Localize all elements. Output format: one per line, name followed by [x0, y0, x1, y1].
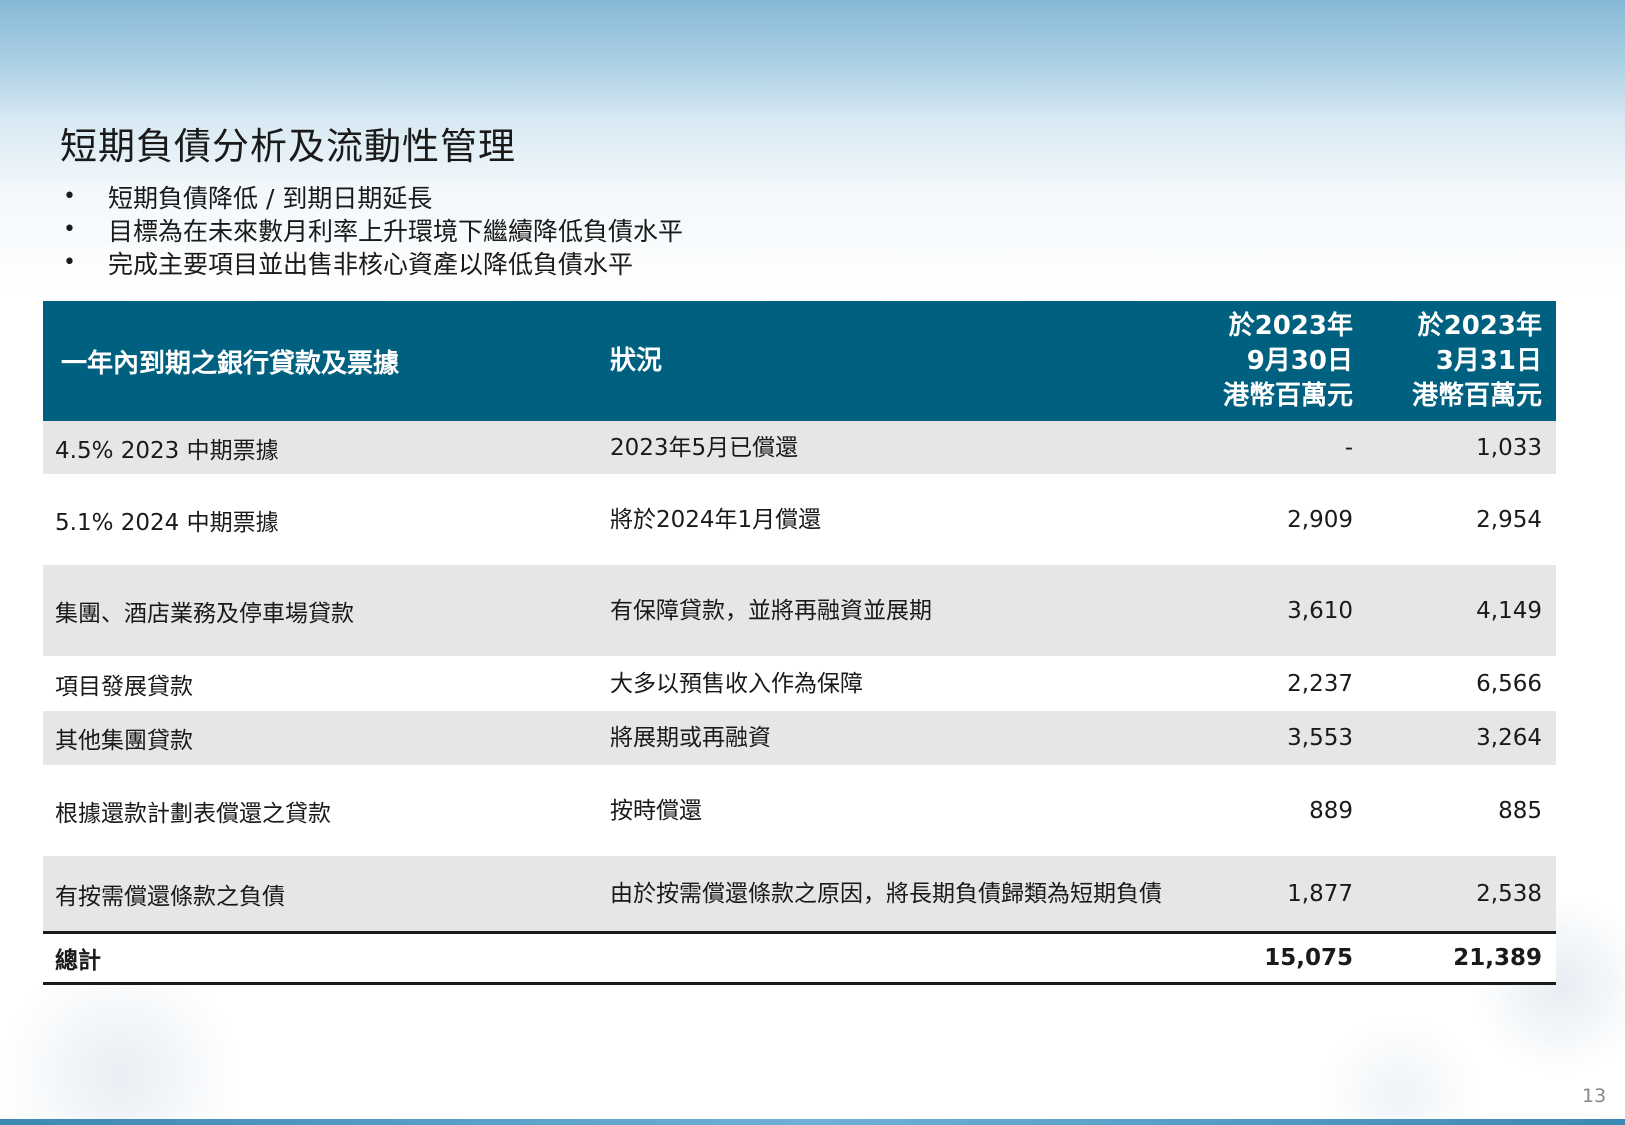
row-status: 按時償還	[596, 765, 1182, 856]
bullet-text: 目標為在未來數月利率上升環境下繼續降低負債水平	[108, 216, 684, 246]
row-sep-value: 2,909	[1182, 474, 1367, 565]
bullet-list: • 短期負債降低 / 到期日期延長 • 目標為在未來數月利率上升環境下繼續降低負債水…	[60, 180, 683, 279]
bullet-marker: •	[63, 217, 76, 242]
total-sep-value: 15,075	[1264, 945, 1353, 971]
row-item: 根據還款計劃表償還之貸款	[43, 765, 596, 856]
row-sep-value: 889	[1182, 765, 1367, 856]
footer-accent-bar	[0, 1119, 1625, 1125]
page-title: 短期負債分析及流動性管理	[60, 125, 516, 168]
bullet-item: • 目標為在未來數月利率上升環境下繼續降低負債水平	[60, 213, 683, 246]
header-mar-line3: 港幣百萬元	[1411, 380, 1542, 411]
row-status: 將展期或再融資	[596, 711, 1182, 765]
header-sep-line3: 港幣百萬元	[1222, 380, 1353, 411]
row-status: 大多以預售收入作為保障	[596, 656, 1182, 711]
row-mar-value: 3,264	[1367, 711, 1556, 765]
table-row: 根據還款計劃表償還之貸款 按時償還 889 885	[43, 765, 1556, 856]
bullet-text: 短期負債降低 / 到期日期延長	[108, 183, 433, 213]
row-mar-value: 4,149	[1367, 565, 1556, 656]
header-mar-line2: 3月31日	[1435, 345, 1542, 376]
bullet-marker: •	[63, 184, 76, 209]
table-row: 項目發展貸款 大多以預售收入作為保障 2,237 6,566	[43, 656, 1556, 711]
table-header-row: 一年內到期之銀行貸款及票據 狀況 於2023年 9月30日 港幣百萬元 於202…	[43, 301, 1556, 421]
row-sep-value: 1,877	[1182, 856, 1367, 931]
table-row: 其他集團貸款 將展期或再融資 3,553 3,264	[43, 711, 1556, 765]
table-total-row: 總計 15,075 21,389	[43, 931, 1556, 985]
page-number: 13	[1582, 1085, 1607, 1107]
bullet-item: • 完成主要項目並出售非核心資產以降低負債水平	[60, 246, 683, 279]
table-row: 有按需償還條款之負債 由於按需償還條款之原因，將長期負債歸類為短期負債 1,87…	[43, 856, 1556, 931]
table-row: 集團、酒店業務及停車場貸款 有保障貸款，並將再融資並展期 3,610 4,149	[43, 565, 1556, 656]
total-label: 總計	[55, 948, 101, 974]
header-sep-line1: 於2023年	[1228, 310, 1353, 341]
row-item: 5.1% 2024 中期票據	[43, 474, 596, 565]
bullet-item: • 短期負債降低 / 到期日期延長	[60, 180, 683, 213]
row-item: 4.5% 2023 中期票據	[43, 421, 596, 474]
row-status: 有保障貸款，並將再融資並展期	[596, 565, 1182, 656]
header-item: 一年內到期之銀行貸款及票據	[61, 348, 400, 379]
row-item: 集團、酒店業務及停車場貸款	[43, 565, 596, 656]
row-sep-value: 3,610	[1182, 565, 1367, 656]
row-sep-value: -	[1182, 421, 1367, 474]
bullet-marker: •	[63, 250, 76, 275]
row-mar-value: 6,566	[1367, 656, 1556, 711]
header-mar-2023: 於2023年 3月31日 港幣百萬元	[1367, 301, 1556, 421]
table-row: 4.5% 2023 中期票據 2023年5月已償還 - 1,033	[43, 421, 1556, 474]
row-sep-value: 2,237	[1182, 656, 1367, 711]
bullet-text: 完成主要項目並出售非核心資產以降低負債水平	[108, 249, 634, 279]
row-mar-value: 2,954	[1367, 474, 1556, 565]
total-status-empty	[596, 934, 1182, 982]
row-item: 有按需償還條款之負債	[43, 856, 596, 931]
row-mar-value: 1,033	[1367, 421, 1556, 474]
header-mar-line1: 於2023年	[1417, 310, 1542, 341]
table-row: 5.1% 2024 中期票據 將於2024年1月償還 2,909 2,954	[43, 474, 1556, 565]
total-mar-value: 21,389	[1453, 945, 1542, 971]
row-status: 2023年5月已償還	[596, 421, 1182, 474]
row-item: 項目發展貸款	[43, 656, 596, 711]
row-mar-value: 885	[1367, 765, 1556, 856]
row-status: 將於2024年1月償還	[596, 474, 1182, 565]
row-mar-value: 2,538	[1367, 856, 1556, 931]
header-sep-2023: 於2023年 9月30日 港幣百萬元	[1182, 301, 1367, 421]
row-item: 其他集團貸款	[43, 711, 596, 765]
row-status: 由於按需償還條款之原因，將長期負債歸類為短期負債	[596, 856, 1182, 931]
header-status: 狀況	[610, 346, 663, 376]
debt-table: 一年內到期之銀行貸款及票據 狀況 於2023年 9月30日 港幣百萬元 於202…	[43, 301, 1556, 985]
row-sep-value: 3,553	[1182, 711, 1367, 765]
header-sep-line2: 9月30日	[1246, 345, 1353, 376]
